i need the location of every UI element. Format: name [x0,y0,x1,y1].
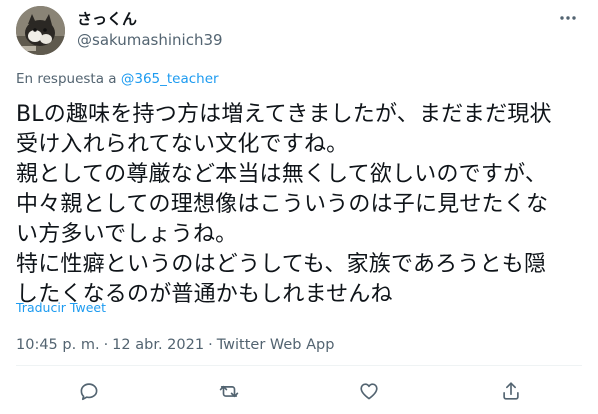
divider [16,365,582,366]
meta-separator: · [208,337,213,353]
author-display-name[interactable]: さっくん [77,9,223,29]
like-icon [360,383,378,400]
avatar[interactable] [16,6,65,55]
reply-icon [80,383,98,401]
reply-mention-link[interactable]: @365_teacher [121,71,219,87]
like-button[interactable] [352,374,386,408]
tweet-source[interactable]: Twitter Web App [217,337,335,353]
meta-separator: · [103,337,109,353]
more-icon[interactable] [554,8,582,28]
tweet-card: さっくん @sakumashinich39 En respuesta a @36… [0,0,598,414]
reply-prefix: En respuesta a [16,71,117,87]
tweet-header: さっくん @sakumashinich39 [16,6,582,58]
retweet-icon [219,385,239,398]
tweet-time[interactable]: 10:45 p. m. [16,337,100,353]
author-handle[interactable]: @sakumashinich39 [77,30,223,50]
tweet-date[interactable]: 12 abr. 2021 [112,337,204,353]
tweet-text: BLの趣味を持つ方は増えてきましたが、まだまだ現状 受け入れられてない文化ですね… [16,102,552,307]
share-icon [503,382,519,400]
reply-context: En respuesta a @365_teacher [16,69,219,89]
author-names: さっくん @sakumashinich39 [77,9,223,50]
avatar-image [16,6,65,55]
reply-button[interactable] [72,374,106,408]
action-bar [0,374,598,408]
share-button[interactable] [494,374,528,408]
retweet-button[interactable] [212,374,246,408]
tweet-metadata: 10:45 p. m. · 12 abr. 2021 · Twitter Web App [16,335,334,355]
translate-tweet-link[interactable]: Traducir Tweet [16,300,106,316]
